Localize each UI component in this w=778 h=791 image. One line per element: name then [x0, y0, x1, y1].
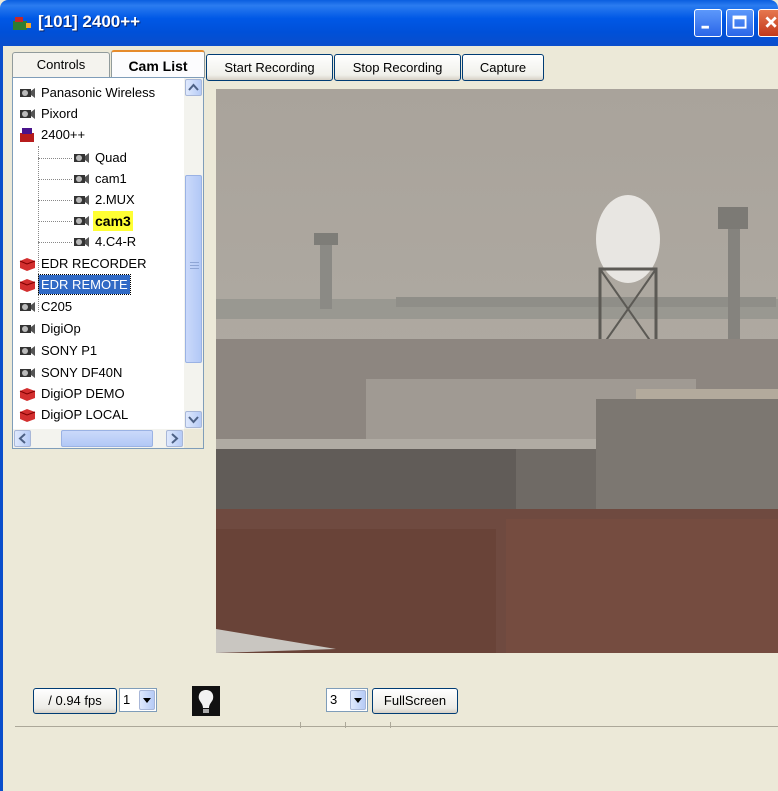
- scroll-up-button[interactable]: [185, 79, 202, 96]
- tree-item-label: SONY P1: [41, 343, 98, 358]
- scrollbar-corner: [184, 429, 203, 448]
- camera-tree[interactable]: Panasonic Wireless Pixord 2400++ Quad ca…: [12, 77, 204, 449]
- tree-connector: [38, 242, 72, 243]
- scroll-grip: [190, 265, 199, 266]
- tree-item-label: cam1: [95, 171, 127, 186]
- tree-item-label: Pixord: [41, 106, 78, 121]
- chevron-right-icon: [171, 433, 179, 444]
- camera-icon: [74, 195, 89, 205]
- close-button[interactable]: [758, 9, 778, 37]
- tree-item-label: 2400++: [41, 127, 86, 142]
- tree-item-label: 2.MUX: [95, 192, 135, 207]
- chevron-down-icon: [143, 698, 151, 703]
- recorder-icon: [19, 388, 36, 401]
- camera-icon: [74, 174, 89, 184]
- camera-icon: [20, 88, 35, 98]
- camera-video-feed[interactable]: [216, 89, 778, 653]
- dropdown-arrow[interactable]: [139, 690, 155, 710]
- recorder-icon: [19, 409, 36, 422]
- divider-tick: [390, 722, 391, 728]
- title-bar[interactable]: [101] 2400++: [0, 0, 778, 46]
- tree-item-label: EDR RECORDER: [41, 256, 147, 271]
- divider-tick: [300, 722, 301, 728]
- tree-item-label: C205: [41, 299, 73, 314]
- tree-connector: [38, 221, 72, 222]
- minimize-icon: [701, 25, 709, 29]
- window-title: [101] 2400++: [38, 12, 141, 31]
- lightbulb-icon[interactable]: [192, 686, 220, 716]
- lightbulb-glyph: [198, 690, 214, 713]
- tree-item-label: Quad: [95, 150, 127, 165]
- chevron-up-icon: [188, 83, 199, 91]
- tree-item-label: SONY DF40N: [41, 365, 123, 380]
- fps-select-value: 1: [123, 692, 131, 707]
- camera-icon: [74, 216, 89, 226]
- tab-cam-list[interactable]: Cam List: [111, 50, 205, 78]
- tree-horizontal-scrollbar[interactable]: [13, 429, 184, 448]
- scroll-thumb[interactable]: [61, 430, 153, 447]
- camera-icon: [20, 368, 35, 378]
- scroll-left-button[interactable]: [14, 430, 31, 447]
- close-icon: [765, 16, 777, 28]
- layout-select[interactable]: 3: [326, 688, 368, 712]
- minimize-button[interactable]: [694, 9, 722, 37]
- scroll-right-button[interactable]: [166, 430, 183, 447]
- dropdown-arrow[interactable]: [350, 690, 366, 710]
- recorder-icon: [19, 279, 36, 292]
- status-divider: [15, 726, 778, 727]
- tree-connector: [38, 200, 72, 201]
- maximize-icon: [732, 15, 747, 29]
- video-server-icon: [20, 128, 34, 142]
- start-recording-button[interactable]: Start Recording: [206, 54, 333, 81]
- video-frame: [216, 89, 778, 653]
- scroll-grip: [190, 262, 199, 263]
- tree-item-label: DigiOP DEMO: [41, 386, 125, 401]
- chevron-left-icon: [18, 433, 26, 444]
- tree-item-label: DigiOp: [41, 321, 81, 336]
- app-icon: [13, 17, 31, 30]
- capture-button[interactable]: Capture: [462, 54, 544, 81]
- fps-select[interactable]: 1: [119, 688, 157, 712]
- camera-icon: [74, 153, 89, 163]
- maximize-button[interactable]: [726, 9, 754, 37]
- fps-button[interactable]: / 0.94 fps: [33, 688, 117, 714]
- stop-recording-button[interactable]: Stop Recording: [334, 54, 461, 81]
- tree-item-label: Panasonic Wireless: [41, 85, 156, 100]
- tree-item-label: DigiOP LOCAL: [41, 407, 129, 422]
- tab-controls[interactable]: Controls: [12, 52, 110, 77]
- tree-connector: [38, 179, 72, 180]
- recorder-icon: [19, 258, 36, 271]
- camera-icon: [74, 237, 89, 247]
- tree-item-label: cam3: [93, 211, 133, 231]
- camera-icon: [20, 324, 35, 334]
- camera-icon: [20, 302, 35, 312]
- chevron-down-icon: [354, 698, 362, 703]
- divider-tick: [345, 722, 346, 728]
- tree-item-label: EDR REMOTE: [38, 274, 131, 295]
- camera-icon: [20, 109, 35, 119]
- camera-icon: [20, 346, 35, 356]
- tree-connector: [38, 158, 72, 159]
- chevron-down-icon: [188, 416, 199, 424]
- tree-item-label: 4.C4-R: [95, 234, 137, 249]
- tree-vertical-scrollbar[interactable]: [184, 78, 203, 429]
- scroll-grip: [190, 268, 199, 269]
- scroll-down-button[interactable]: [185, 411, 202, 428]
- layout-select-value: 3: [330, 692, 338, 707]
- fullscreen-button[interactable]: FullScreen: [372, 688, 458, 714]
- scroll-thumb[interactable]: [185, 175, 202, 363]
